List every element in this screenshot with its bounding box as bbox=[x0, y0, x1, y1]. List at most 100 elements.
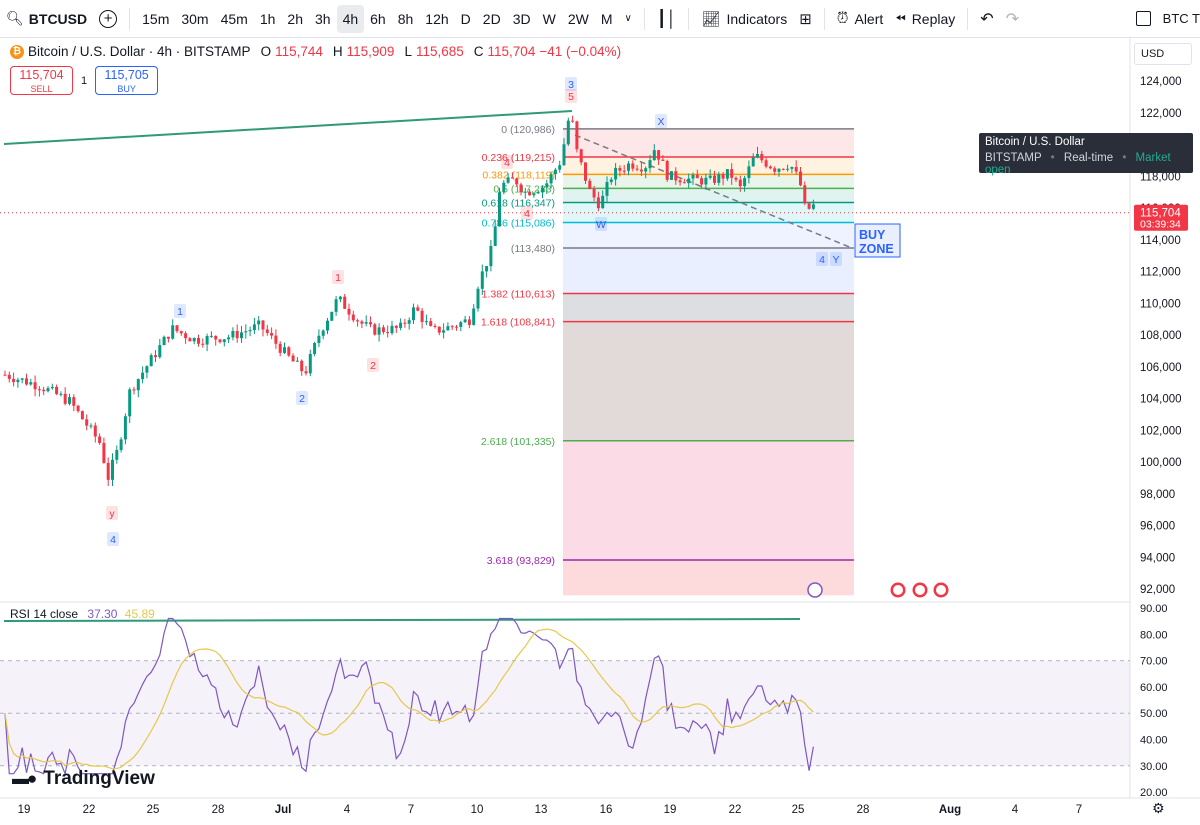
currency-label: USD bbox=[1141, 48, 1165, 60]
candle-body bbox=[609, 179, 613, 183]
candle-body bbox=[510, 177, 514, 179]
candle-body bbox=[16, 379, 20, 383]
candle-body bbox=[76, 405, 80, 412]
candle-body bbox=[523, 191, 527, 193]
candle-body bbox=[764, 160, 768, 167]
candle-body bbox=[12, 378, 16, 383]
candle-body bbox=[588, 180, 592, 190]
tooltip-exchange: BITSTAMP bbox=[985, 152, 1042, 164]
candle-body bbox=[321, 330, 325, 336]
candle-body bbox=[717, 174, 721, 183]
candle-body bbox=[476, 288, 480, 309]
us-flag-event-icon-inner bbox=[936, 585, 946, 595]
candle-body bbox=[222, 339, 226, 343]
candle-body bbox=[760, 154, 764, 161]
candle-body bbox=[72, 397, 76, 406]
candle-body bbox=[102, 442, 106, 463]
buy-zone-label-line2: ZONE bbox=[859, 242, 894, 256]
tradingview-mark-icon: ▬● bbox=[12, 769, 37, 788]
candle-body bbox=[631, 163, 635, 169]
candle-body bbox=[248, 330, 252, 332]
candle-body bbox=[136, 379, 140, 391]
time-axis-label: 13 bbox=[535, 804, 548, 816]
fib-zone bbox=[563, 128, 854, 157]
price-axis-label: 106,000 bbox=[1140, 362, 1182, 374]
fib-level-label: 0.382 (118,119) bbox=[482, 169, 555, 181]
candle-body bbox=[553, 169, 557, 175]
candle-body bbox=[416, 307, 420, 311]
tooltip-status-row: BITSTAMP • Real-time • Market open bbox=[985, 152, 1171, 176]
time-axis-label: 10 bbox=[471, 804, 484, 816]
fib-level-label: (113,480) bbox=[511, 243, 555, 255]
candle-body bbox=[80, 411, 84, 420]
buy-button[interactable]: 115,705 BUY bbox=[95, 66, 159, 95]
candle-body bbox=[493, 226, 497, 246]
candle-body bbox=[691, 174, 695, 179]
price-axis-label: 114,000 bbox=[1140, 235, 1181, 247]
candle-body bbox=[274, 335, 278, 344]
candle-body bbox=[734, 177, 738, 180]
candle-body bbox=[455, 326, 458, 328]
rsi-axis-label: 40.00 bbox=[1140, 735, 1168, 747]
candle-body bbox=[756, 154, 759, 158]
trend-line bbox=[3, 110, 573, 145]
candle-body bbox=[287, 347, 291, 356]
candle-body bbox=[412, 307, 415, 321]
candle-body bbox=[635, 168, 639, 170]
candle-body bbox=[687, 178, 691, 184]
candle-body bbox=[652, 150, 656, 161]
candle-body bbox=[661, 159, 665, 161]
buy-price: 115,705 bbox=[104, 68, 149, 82]
candle-body bbox=[356, 320, 360, 322]
candle-body bbox=[682, 182, 686, 184]
candle-body bbox=[145, 366, 149, 373]
currency-selector[interactable]: USD bbox=[1134, 43, 1192, 65]
gear-icon[interactable]: ⚙ bbox=[1152, 800, 1165, 817]
candle-body bbox=[244, 331, 248, 333]
buy-zone-label-line1: BUY bbox=[859, 228, 886, 242]
sell-button[interactable]: 115,704 SELL bbox=[10, 66, 73, 95]
candle-body bbox=[278, 343, 282, 353]
candle-body bbox=[528, 191, 532, 196]
candle-body bbox=[252, 324, 256, 331]
candle-body bbox=[308, 353, 312, 374]
candle-body bbox=[179, 331, 183, 334]
fib-zone bbox=[563, 156, 854, 175]
candle-body bbox=[390, 325, 394, 334]
candle-body bbox=[420, 310, 424, 322]
candle-body bbox=[132, 389, 136, 391]
tradingview-logo[interactable]: ▬● TradingView bbox=[12, 768, 155, 790]
candle-body bbox=[394, 325, 398, 328]
rsi-axis-label: 70.00 bbox=[1140, 656, 1168, 668]
candle-body bbox=[665, 160, 669, 180]
fib-zone bbox=[563, 321, 854, 441]
time-axis-label: 19 bbox=[18, 804, 31, 816]
wave-label: 4 bbox=[504, 157, 510, 169]
buy-label: BUY bbox=[117, 84, 136, 94]
candle-body bbox=[480, 271, 484, 289]
chart-canvas[interactable]: 0 (120,986) 0.236 (119,215) 0.382 (118,119… bbox=[0, 0, 1200, 825]
candle-body bbox=[721, 174, 725, 179]
candle-body bbox=[50, 386, 54, 389]
candle-body bbox=[463, 319, 467, 323]
rsi-axis-label: 90.00 bbox=[1140, 603, 1168, 615]
rsi-axis-label: 50.00 bbox=[1140, 708, 1168, 720]
low-label: L bbox=[404, 44, 412, 59]
close-label: C bbox=[473, 44, 484, 59]
wave-label: 2 bbox=[299, 393, 305, 405]
candle-body bbox=[192, 337, 196, 342]
time-axis-label: 25 bbox=[147, 804, 160, 816]
candle-body bbox=[605, 182, 609, 196]
candle-body bbox=[291, 355, 295, 362]
candle-body bbox=[214, 335, 218, 340]
low-value: 115,685 bbox=[415, 44, 464, 59]
candle-body bbox=[317, 335, 321, 344]
candle-body bbox=[37, 389, 41, 391]
candle-body bbox=[347, 308, 351, 315]
candle-body bbox=[751, 157, 755, 167]
candle-body bbox=[68, 397, 71, 404]
candle-body bbox=[326, 320, 329, 331]
price-axis-label: 124,000 bbox=[1140, 76, 1182, 88]
fib-zone bbox=[563, 440, 854, 560]
candle-body bbox=[424, 321, 428, 323]
